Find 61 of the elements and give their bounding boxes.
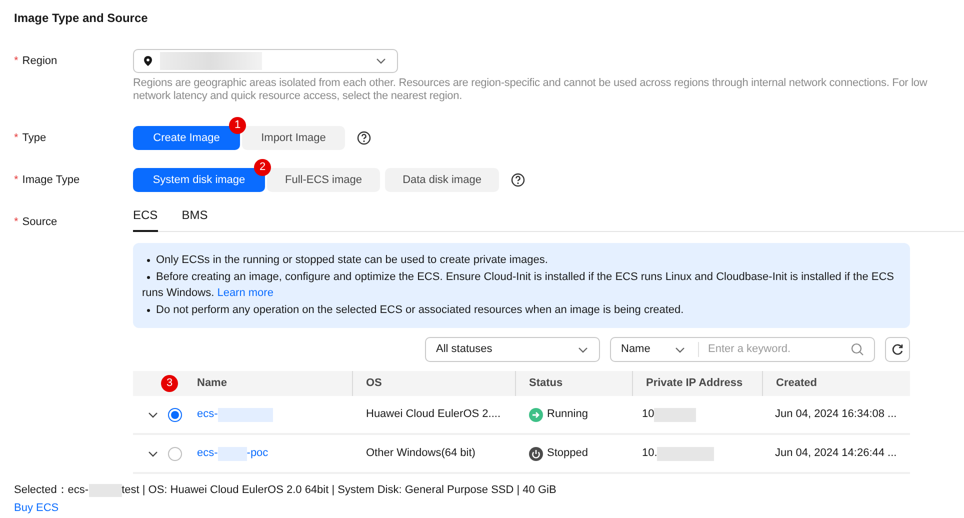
select-value: Name xyxy=(621,342,650,358)
radio-button[interactable] xyxy=(168,408,182,422)
option-button[interactable]: Data disk image xyxy=(385,168,499,192)
required-mark: * xyxy=(14,172,18,188)
field-label: Region xyxy=(22,54,58,69)
column-header: OS xyxy=(366,376,382,392)
help-icon[interactable] xyxy=(511,173,525,187)
select-value: All statuses xyxy=(436,342,492,358)
selection-summary: Selected：ecs- xyxy=(14,483,89,498)
number-badge: 3 xyxy=(161,375,178,392)
info-note: Before creating an image, configure and optimize the ECS. Ensure Cloud-Init is installed if the ECS runs Linux and Cloudbase-Init is installed if the ECS runs Windows. Learn more xyxy=(142,270,896,301)
table-cell: Jun 04, 2024 14:26:44 ... xyxy=(775,447,897,460)
location-pin-icon xyxy=(144,56,152,66)
required-mark: * xyxy=(14,130,18,146)
radio-button[interactable] xyxy=(168,446,182,460)
column-header: Name xyxy=(197,376,227,392)
table-cell-text: 10. xyxy=(642,446,658,462)
help-text: Regions are geographic areas isolated from each other. Resources are region-specific and cannot be used across regions through internal network connections. For low network latency and quick resource access, select the nearest region. xyxy=(133,77,928,103)
info-note: Do not perform any operation on the selected ECS or associated resources when an image is being created. xyxy=(142,302,901,318)
status-text: Running xyxy=(547,407,588,422)
running-status-icon xyxy=(529,408,543,422)
number-badge: 1 xyxy=(229,117,246,134)
source-tab[interactable]: BMS xyxy=(182,206,208,232)
learn-more-link[interactable]: Learn more xyxy=(217,287,274,299)
ecs-name-link[interactable]: ecs- xyxy=(197,406,218,423)
option-button[interactable]: Full-ECS image xyxy=(267,168,380,192)
redaction-block xyxy=(88,484,122,497)
required-mark: * xyxy=(14,214,18,230)
column-header: Private IP Address xyxy=(646,376,743,392)
table-cell: Huawei Cloud EulerOS 2.... xyxy=(366,408,501,420)
info-note: Only ECSs in the running or stopped state can be used to create private images. xyxy=(142,252,901,268)
redaction-block xyxy=(218,408,273,422)
help-icon[interactable] xyxy=(357,131,371,145)
ecs-name-link[interactable]: ecs- xyxy=(197,445,218,462)
stopped-status-icon xyxy=(529,446,543,460)
search-field-select[interactable]: Name xyxy=(611,342,699,357)
column-header: Status xyxy=(529,376,563,392)
status-select[interactable]: All statuses xyxy=(425,337,600,362)
field-label: Source xyxy=(22,214,58,230)
table-cell: Jun 04, 2024 16:34:08 ... xyxy=(775,408,897,420)
search-icon[interactable] xyxy=(851,343,864,356)
option-button[interactable]: Import Image xyxy=(242,126,345,150)
search-field[interactable]: Name Enter a keyword. xyxy=(610,337,875,362)
field-label: Image Type xyxy=(22,172,80,188)
required-mark: * xyxy=(14,54,18,69)
redaction-block xyxy=(218,446,247,460)
section-title: Image Type and Source xyxy=(14,10,149,27)
table-cell: Other Windows(64 bit) xyxy=(366,447,476,460)
refresh-icon xyxy=(891,343,904,356)
column-header: Created xyxy=(776,376,817,392)
table-cell-text: 10 xyxy=(642,407,654,422)
buy-ecs-link[interactable]: Buy ECS xyxy=(14,502,59,514)
status-text: Stopped xyxy=(547,446,588,462)
selection-summary: test | OS: Huawei Cloud EulerOS 2.0 64bit | System Disk: General Purpose SSD | 40 GiB xyxy=(122,483,556,498)
ecs-name-link[interactable]: -poc xyxy=(246,445,268,462)
field-label: Type xyxy=(22,130,46,146)
redaction-block xyxy=(657,446,714,460)
number-badge: 2 xyxy=(254,159,271,176)
refresh-button[interactable] xyxy=(885,337,910,362)
redaction-block xyxy=(654,408,696,422)
source-tab[interactable]: ECS xyxy=(133,206,158,232)
